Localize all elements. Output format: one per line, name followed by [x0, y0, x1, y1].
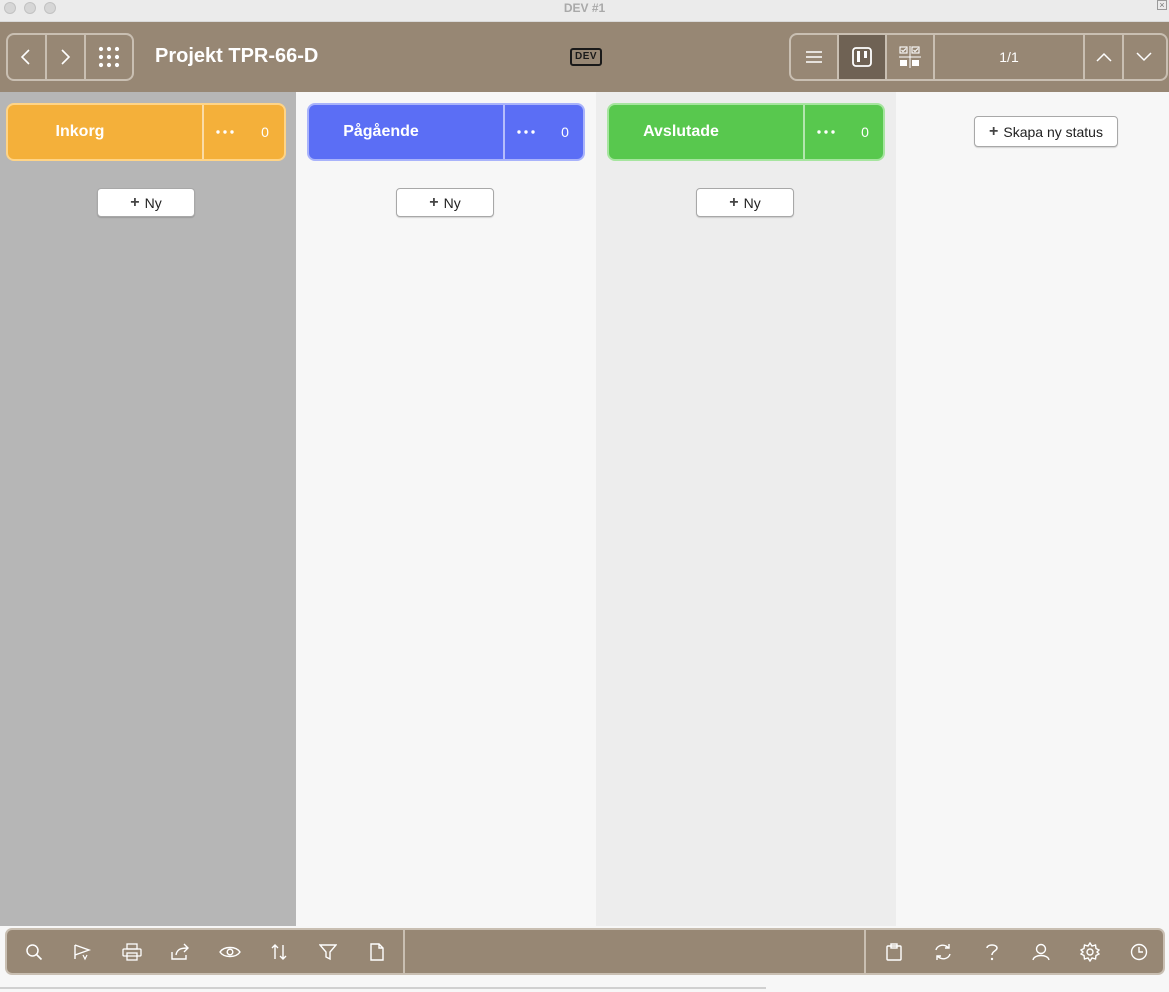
filter-icon [318, 943, 337, 960]
status-count: 0 [861, 124, 869, 140]
new-card-label: Ny [144, 194, 162, 211]
flag-button[interactable] [58, 930, 107, 973]
horizontal-scrollbar[interactable] [0, 987, 766, 989]
settings-button[interactable] [1065, 930, 1114, 973]
preview-button[interactable] [205, 930, 254, 973]
create-status-area: + Skapa ny status [896, 92, 1169, 928]
status-name: Inkorg [8, 105, 204, 159]
new-card-button[interactable]: + Ny [97, 188, 195, 217]
dev-badge: DEV [570, 48, 602, 66]
status-header[interactable]: Pågående 0 [307, 103, 585, 161]
grid-dots-icon [98, 46, 119, 68]
window-title: DEV #1 [563, 1, 606, 15]
window-corner-close-icon[interactable]: × [1157, 0, 1167, 10]
new-card-button[interactable]: + Ny [396, 188, 494, 217]
search-icon [25, 943, 42, 960]
help-icon [985, 943, 998, 960]
new-card-label: Ny [443, 194, 461, 211]
document-button[interactable] [352, 930, 401, 973]
status-name: Avslutade [609, 105, 805, 159]
app-header: Projekt TPR-66-D DEV 1/1 [0, 22, 1169, 92]
kanban-column-avslutade: Avslutade 0 + Ny [596, 92, 896, 928]
chevron-right-icon [61, 49, 71, 65]
forward-button[interactable] [47, 35, 86, 79]
more-dots-icon [517, 130, 535, 134]
create-status-label: Skapa ny status [1003, 123, 1103, 140]
new-card-label: Ny [743, 194, 761, 211]
kanban-column-inkorg: Inkorg 0 + Ny [0, 92, 296, 928]
checklist-view-button[interactable] [887, 35, 935, 79]
more-dots-icon [216, 130, 234, 134]
clipboard-button[interactable] [869, 930, 918, 973]
list-icon [806, 51, 822, 63]
print-button[interactable] [107, 930, 156, 973]
user-icon [1031, 943, 1050, 960]
status-count: 0 [561, 124, 569, 140]
view-switcher-group: 1/1 [789, 33, 1168, 81]
status-count: 0 [261, 124, 269, 140]
pager-indicator: 1/1 [935, 35, 1085, 79]
chevron-down-icon [1135, 52, 1152, 62]
kanban-icon [852, 47, 872, 67]
status-more-button[interactable] [505, 105, 547, 159]
user-button[interactable] [1016, 930, 1065, 973]
refresh-button[interactable] [918, 930, 967, 973]
status-more-button[interactable] [204, 105, 246, 159]
document-icon [369, 942, 384, 961]
clipboard-icon [885, 942, 902, 961]
refresh-icon [934, 943, 951, 960]
eye-icon [218, 946, 241, 957]
toolbar-separator [403, 930, 405, 973]
apps-menu-button[interactable] [86, 35, 132, 79]
kanban-view-button[interactable] [839, 35, 887, 79]
chevron-left-icon [21, 49, 30, 65]
status-name: Pågående [309, 105, 505, 159]
flag-icon [73, 943, 91, 960]
bottom-toolbar [0, 926, 1169, 981]
status-header[interactable]: Inkorg 0 [6, 103, 286, 161]
plus-icon: + [989, 122, 999, 140]
navigation-group [6, 33, 134, 81]
sort-button[interactable] [254, 930, 303, 973]
plus-icon: + [729, 193, 739, 211]
plus-icon: + [429, 193, 439, 211]
kanban-column-pagaende: Pågående 0 + Ny [296, 92, 596, 928]
more-dots-icon [817, 130, 835, 134]
clock-icon [1130, 943, 1147, 960]
status-more-button[interactable] [805, 105, 847, 159]
checklist-grid-icon [899, 46, 921, 68]
window-titlebar: DEV #1 × [0, 0, 1169, 22]
chevron-up-icon [1095, 52, 1112, 62]
previous-record-button[interactable] [1085, 35, 1124, 79]
share-icon [170, 943, 189, 960]
bottom-toolbar-group [5, 928, 1165, 975]
create-status-button[interactable]: + Skapa ny status [974, 116, 1118, 147]
status-header[interactable]: Avslutade 0 [607, 103, 885, 161]
toolbar-separator [864, 930, 866, 973]
plus-icon: + [130, 193, 140, 211]
next-record-button[interactable] [1124, 35, 1163, 79]
new-card-button[interactable]: + Ny [696, 188, 794, 217]
list-view-button[interactable] [791, 35, 839, 79]
search-button[interactable] [9, 930, 58, 973]
print-icon [121, 942, 142, 961]
sort-icon [271, 943, 286, 960]
gear-icon [1079, 941, 1100, 962]
help-button[interactable] [967, 930, 1016, 973]
filter-button[interactable] [303, 930, 352, 973]
history-button[interactable] [1114, 930, 1163, 973]
back-button[interactable] [8, 35, 47, 79]
page-title: Projekt TPR-66-D [155, 45, 319, 67]
share-button[interactable] [156, 930, 205, 973]
